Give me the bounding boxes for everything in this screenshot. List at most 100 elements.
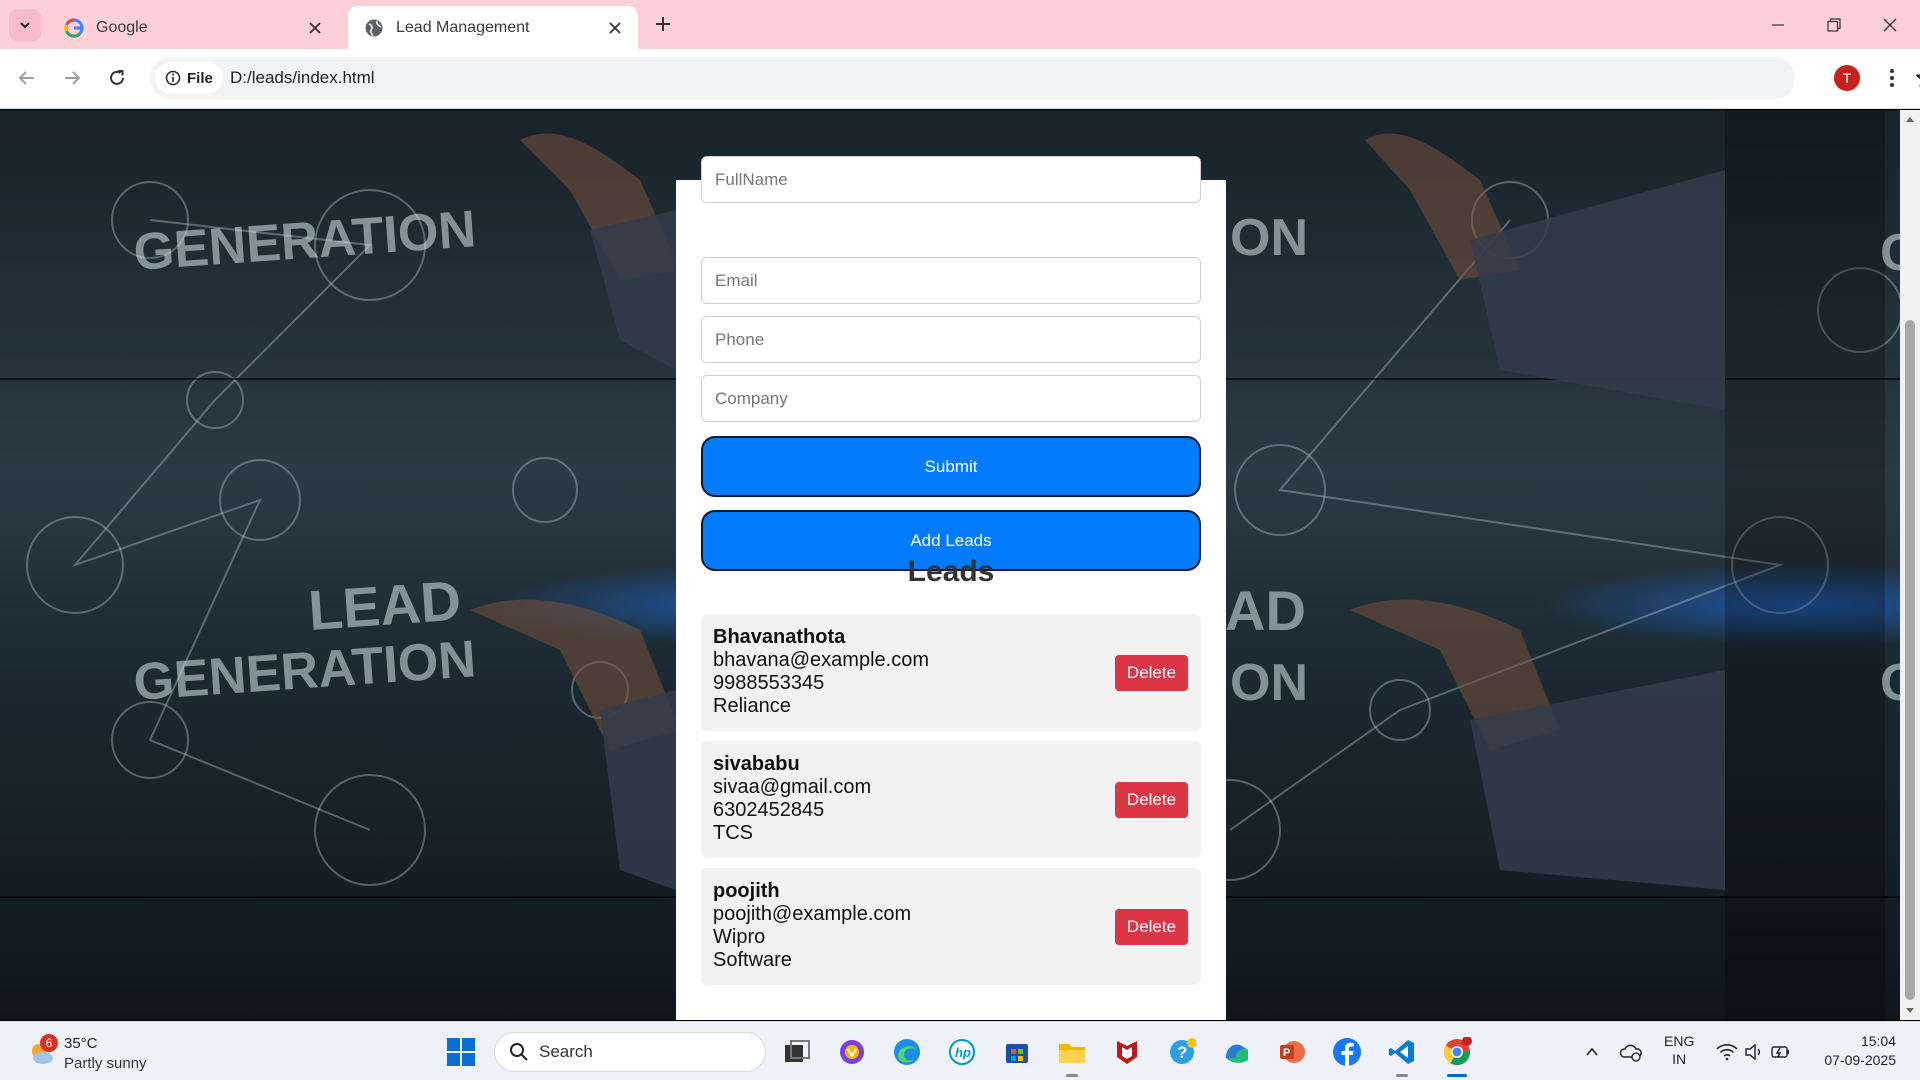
page-viewport: GENERATION LEAD GENERATION ON G AD ON G …	[0, 110, 1900, 1020]
running-indicator	[1396, 1074, 1408, 1077]
bookmark-star-icon[interactable]	[1914, 66, 1920, 90]
taskbar-app-vpn[interactable]	[834, 1034, 870, 1070]
more-vert-icon	[1890, 69, 1894, 87]
delete-lead-button[interactable]: Delete	[1115, 655, 1188, 691]
close-tab-icon[interactable]	[304, 17, 326, 39]
address-bar[interactable]: File D:/leads/index.html	[150, 57, 1920, 99]
svg-text:G: G	[1880, 654, 1900, 712]
lead-card: poojith poojith@example.com Wipro Softwa…	[701, 868, 1201, 985]
minimize-button[interactable]	[1750, 0, 1806, 49]
taskbar-app-store[interactable]	[999, 1034, 1035, 1070]
taskbar-app-hp[interactable]: hp	[944, 1034, 980, 1070]
weather-condition: Partly sunny	[64, 1055, 147, 1072]
tab-bar: Google Lead Management	[0, 0, 1920, 49]
windows-taskbar: 6 35°C Partly sunny Search hp ? P ENG IN…	[0, 1021, 1920, 1080]
fullname-input[interactable]: FullName	[701, 156, 1201, 203]
info-icon	[165, 70, 181, 86]
taskbar-app-mcafee[interactable]	[1109, 1034, 1145, 1070]
scrollbar-thumb[interactable]	[1905, 320, 1915, 1000]
tab-search-button[interactable]	[9, 9, 41, 41]
phone-input[interactable]: Phone	[701, 316, 1201, 363]
task-view-button[interactable]	[779, 1034, 815, 1070]
svg-text:ON: ON	[1230, 209, 1308, 267]
mcafee-icon	[1117, 1041, 1137, 1064]
svg-text:GENERATION: GENERATION	[132, 630, 478, 712]
search-label: Search	[539, 1042, 593, 1061]
scroll-up-arrow-icon[interactable]	[1904, 113, 1916, 125]
lead-form-card: FullName Email Phone Company Submit Add …	[676, 156, 1226, 1020]
minimize-icon	[1772, 23, 1784, 26]
svg-text:P: P	[1283, 1047, 1290, 1059]
language-indicator[interactable]: ENG IN	[1664, 1032, 1694, 1068]
taskbar-app-help[interactable]: ?	[1164, 1034, 1200, 1070]
taskbar-app-chrome[interactable]	[1439, 1034, 1475, 1070]
microsoft-365-icon	[1226, 1044, 1248, 1063]
lead-card: Bhavanathota bhavana@example.com 9988553…	[701, 614, 1201, 731]
svg-text:ON: ON	[1230, 654, 1308, 712]
arrow-right-icon	[65, 71, 81, 85]
folder-icon	[1059, 1044, 1085, 1063]
close-icon	[1883, 18, 1897, 31]
chevron-up-icon	[1586, 1047, 1598, 1056]
site-info-chip[interactable]: File	[155, 62, 223, 94]
page-scrollbar[interactable]	[1900, 110, 1920, 1020]
svg-text:LEAD: LEAD	[306, 568, 462, 641]
hp-icon: hp	[949, 1039, 975, 1065]
taskbar-search[interactable]: Search	[494, 1032, 766, 1072]
tab-google[interactable]: Google	[48, 6, 338, 49]
delete-lead-button[interactable]: Delete	[1115, 909, 1188, 945]
email-input[interactable]: Email	[701, 257, 1201, 304]
taskbar-app-vscode[interactable]	[1384, 1034, 1420, 1070]
back-button[interactable]	[10, 61, 44, 95]
new-tab-button[interactable]	[650, 11, 676, 37]
region-code: IN	[1672, 1051, 1687, 1067]
restore-icon	[1827, 17, 1841, 32]
close-window-button[interactable]	[1862, 0, 1918, 49]
url-text[interactable]: D:/leads/index.html	[230, 68, 375, 88]
cloud-sync-icon	[1619, 1044, 1642, 1062]
volume-tray-button[interactable]	[1742, 1034, 1766, 1070]
system-clock[interactable]: 15:04 07-09-2025	[1806, 1032, 1896, 1070]
svg-text:G: G	[1880, 224, 1900, 282]
weather-widget[interactable]: 6 35°C Partly sunny	[24, 1030, 224, 1074]
tab-lead-management[interactable]: Lead Management	[348, 6, 638, 49]
delete-lead-button[interactable]: Delete	[1115, 782, 1188, 818]
edge-icon	[894, 1039, 920, 1065]
battery-tray-button[interactable]	[1768, 1034, 1794, 1070]
scroll-down-arrow-icon[interactable]	[1904, 1005, 1916, 1017]
site-info-label: File	[187, 69, 213, 87]
temperature: 35°C	[64, 1035, 98, 1052]
wifi-tray-button[interactable]	[1714, 1034, 1740, 1070]
restore-button[interactable]	[1806, 0, 1862, 49]
globe-icon	[365, 19, 383, 36]
wifi-icon	[1716, 1044, 1738, 1061]
browser-menu-button[interactable]	[1880, 63, 1904, 93]
company-input[interactable]: Company	[701, 375, 1201, 422]
onedrive-tray-button[interactable]	[1616, 1034, 1646, 1070]
taskbar-app-powerpoint[interactable]: P	[1274, 1034, 1310, 1070]
lead-company: TCS	[713, 822, 753, 844]
taskbar-app-edge[interactable]	[889, 1034, 925, 1070]
forward-button[interactable]	[55, 61, 89, 95]
lead-card: sivababu sivaa@gmail.com 6302452845 TCS …	[701, 741, 1201, 858]
clock-time: 15:04	[1860, 1033, 1896, 1049]
close-tab-icon[interactable]	[604, 17, 626, 39]
taskbar-app-facebook[interactable]	[1329, 1034, 1365, 1070]
submit-button[interactable]: Submit	[701, 436, 1201, 497]
show-hidden-icons-button[interactable]	[1578, 1034, 1606, 1070]
tab-title: Lead Management	[396, 18, 530, 36]
svg-text:AD: AD	[1225, 579, 1306, 642]
reload-button[interactable]	[100, 61, 134, 95]
svg-text:hp: hp	[955, 1045, 971, 1060]
start-button[interactable]	[443, 1034, 479, 1070]
taskbar-app-microsoft-365[interactable]	[1219, 1034, 1255, 1070]
taskbar-app-file-explorer[interactable]	[1054, 1034, 1090, 1070]
chevron-down-icon	[20, 22, 30, 29]
windows-logo-icon	[447, 1038, 475, 1066]
battery-charging-icon	[1771, 1046, 1789, 1058]
profile-avatar[interactable]: T	[1834, 65, 1860, 91]
svg-text:GENERATION: GENERATION	[132, 200, 478, 282]
help-icon: ?	[1170, 1038, 1196, 1064]
speaker-icon	[1745, 1043, 1760, 1061]
language-code: ENG	[1664, 1033, 1695, 1049]
